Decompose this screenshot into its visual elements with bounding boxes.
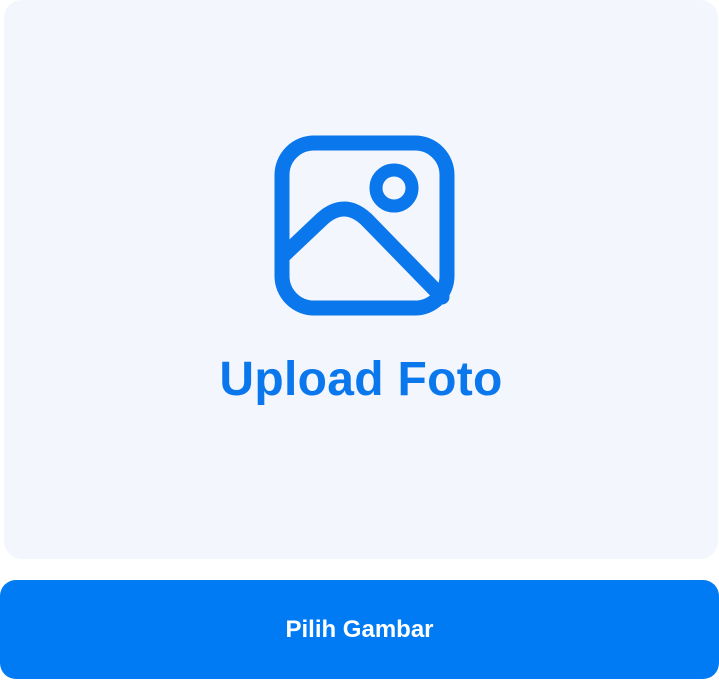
image-icon bbox=[274, 135, 455, 316]
choose-image-button-label: Pilih Gambar bbox=[285, 615, 434, 643]
choose-image-button[interactable]: Pilih Gambar bbox=[0, 580, 719, 679]
upload-dropzone[interactable]: Upload Foto bbox=[4, 0, 718, 559]
upload-widget: Upload Foto Pilih Gambar bbox=[0, 0, 719, 680]
upload-title: Upload Foto bbox=[219, 353, 503, 406]
